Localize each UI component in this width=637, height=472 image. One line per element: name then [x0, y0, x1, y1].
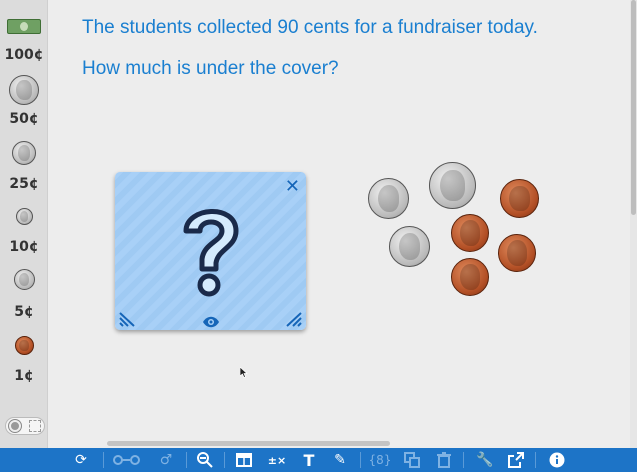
half-dollar-tile[interactable]	[0, 75, 48, 105]
quarter-icon	[12, 141, 36, 165]
dime-icon	[15, 208, 33, 225]
reset-icon[interactable]: ⟳	[71, 451, 91, 469]
dollar-bill-tile[interactable]	[0, 19, 48, 34]
cursor-icon	[240, 367, 248, 378]
number-line-icon[interactable]	[113, 451, 141, 469]
palette-label-10: 10¢	[9, 239, 39, 255]
resize-left-icon[interactable]	[118, 309, 138, 327]
penny-coin[interactable]	[451, 214, 489, 252]
gender-icon[interactable]: ♂	[157, 451, 175, 469]
nickel-icon	[13, 269, 35, 290]
view-toggle[interactable]	[5, 417, 45, 435]
penny-icon	[14, 336, 34, 355]
braces-icon[interactable]: {8}	[369, 451, 392, 469]
nickel-coin[interactable]	[368, 178, 409, 219]
nickel-tile[interactable]	[0, 269, 48, 290]
coin-palette: 100¢ 50¢ 25¢ 10¢ 5¢ 1¢	[0, 0, 48, 448]
problem-text: The students collected 90 cents for a fu…	[82, 17, 538, 38]
question-mark-icon	[183, 209, 238, 297]
half-dollar-icon	[9, 75, 39, 105]
close-icon[interactable]: ✕	[285, 176, 300, 197]
zoom-out-icon[interactable]	[196, 451, 214, 469]
nickel-coin[interactable]	[389, 226, 430, 267]
eye-icon[interactable]	[202, 316, 220, 328]
arithmetic-icon[interactable]: ±×	[268, 451, 286, 469]
duplicate-icon[interactable]	[404, 451, 420, 469]
quarter-coin[interactable]	[429, 162, 476, 209]
penny-coin[interactable]	[498, 234, 536, 272]
penny-coin[interactable]	[451, 258, 489, 296]
text-icon[interactable]: T	[301, 451, 317, 470]
dollar-bill-icon	[7, 19, 41, 34]
wrench-icon[interactable]: 🔧	[476, 451, 494, 469]
pencil-icon[interactable]: ✎	[332, 451, 348, 469]
palette-label-25: 25¢	[9, 176, 39, 192]
grid-view-icon	[29, 420, 41, 432]
palette-label-100: 100¢	[4, 47, 44, 63]
vertical-scrollbar[interactable]	[630, 0, 637, 448]
palette-label-1: 1¢	[14, 368, 34, 384]
dime-tile[interactable]	[0, 208, 48, 225]
cover-card[interactable]: ✕	[115, 172, 306, 330]
problem-question: How much is under the cover?	[82, 58, 339, 79]
palette-label-50: 50¢	[9, 111, 39, 127]
coin-view-icon	[9, 420, 21, 432]
resize-right-icon[interactable]	[283, 309, 303, 327]
penny-tile[interactable]	[0, 336, 48, 355]
penny-coin[interactable]	[500, 179, 539, 218]
trash-icon[interactable]	[437, 451, 451, 469]
horizontal-scrollbar[interactable]	[107, 441, 390, 446]
share-icon[interactable]	[508, 451, 524, 469]
table-icon[interactable]	[236, 451, 252, 469]
quarter-tile[interactable]	[0, 141, 48, 165]
palette-label-5: 5¢	[14, 304, 34, 320]
bottom-toolbar: ⟳ ♂ ±× T ✎ {8} 🔧	[0, 448, 637, 472]
info-icon[interactable]	[549, 451, 565, 469]
